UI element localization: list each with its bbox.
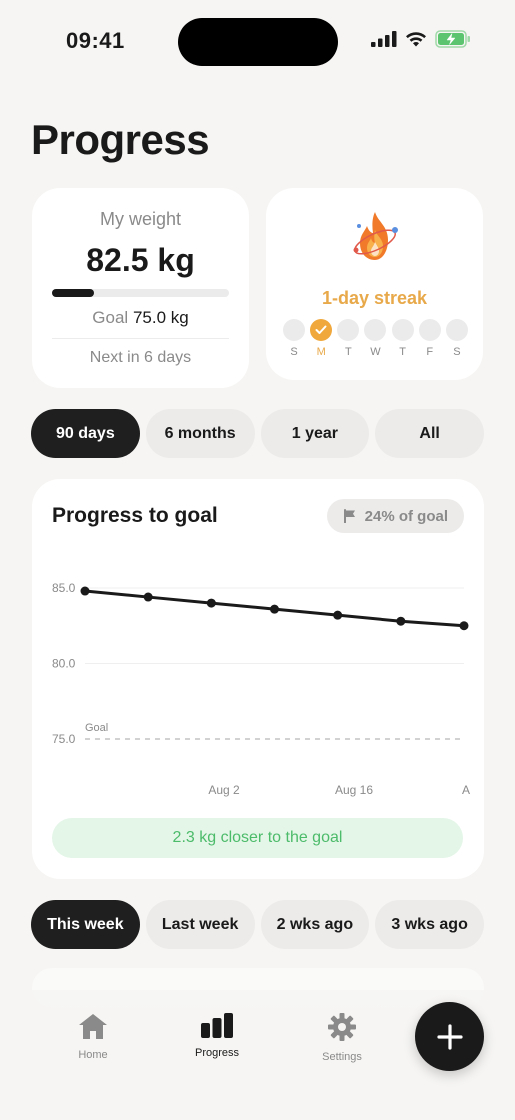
weight-progress-bar (52, 289, 229, 297)
home-icon (79, 1014, 107, 1039)
goal-value: 75.0 kg (132, 308, 189, 327)
plus-icon (436, 1023, 463, 1050)
tab-progress-label: Progress (194, 1047, 240, 1059)
week-selector: This week Last week 2 wks ago 3 wks ago (31, 900, 484, 949)
streak-text: 1-day streak (321, 288, 428, 308)
chart-title: Progress to goal (52, 504, 218, 527)
status-time: 09:41 (66, 28, 125, 53)
tab-settings[interactable]: Settings (292, 1012, 392, 1063)
dynamic-island (178, 18, 338, 66)
weight-data-point (143, 592, 153, 602)
goal-percent-badge: 24% of goal (326, 499, 464, 533)
streak-day-label: M (316, 346, 326, 358)
weight-data-point (206, 598, 216, 608)
streak-day-label: T (399, 346, 406, 358)
check-icon (315, 325, 327, 334)
weight-data-point (270, 604, 279, 614)
weight-data-point (333, 610, 343, 620)
bar-chart-icon (201, 1013, 233, 1038)
next-weigh-in: Next in 6 days (89, 349, 192, 366)
week-tab-this-week[interactable]: This week (31, 900, 140, 949)
streak-day-dot (391, 319, 414, 341)
range-tab-all[interactable]: All (375, 409, 484, 458)
streak-day-dot (283, 319, 305, 341)
weight-progress-fill (52, 289, 95, 297)
streak-day-label: S (453, 346, 461, 358)
streak-day-dot (445, 319, 468, 341)
streak-day-dot (364, 319, 387, 341)
tab-home[interactable]: Home (43, 1012, 143, 1061)
status-bar: 09:41 (0, 0, 515, 84)
weight-card[interactable]: My weight 82.5 kg Goal 75.0 kg Next in 6… (32, 188, 249, 388)
streak-day: S (445, 319, 468, 358)
streak-day: T (337, 319, 360, 358)
cellular-signal-icon (371, 31, 397, 47)
weight-value: 82.5 kg (86, 242, 195, 278)
goal-percent-text: 24% of goal (364, 507, 448, 525)
goal-line-label: Goal (85, 722, 108, 734)
streak-day: M (310, 319, 333, 358)
tab-settings-label: Settings (322, 1051, 362, 1063)
streak-week: SMTWTFS (283, 319, 468, 358)
streak-day-dot (418, 319, 441, 341)
weight-label: My weight (99, 209, 182, 229)
y-tick-label: 80.0 (52, 657, 76, 671)
range-selector: 90 days 6 months 1 year All (31, 409, 484, 458)
x-tick-label: Aug 2 (208, 783, 240, 797)
streak-day-label: T (344, 346, 352, 358)
x-tick-label: A (462, 783, 470, 797)
streak-day-done-dot (310, 319, 333, 341)
tab-home-label: Home (78, 1049, 108, 1061)
range-tab-1-year[interactable]: 1 year (260, 409, 370, 458)
flag-icon (343, 509, 355, 523)
streak-day-label: F (426, 346, 434, 358)
status-icons (371, 30, 471, 48)
tab-progress[interactable]: Progress (167, 1012, 267, 1059)
progress-chart-card: 85.0 80.0 75.0 Goal Aug 2 Aug 16 A Progress to… (32, 479, 484, 879)
week-tab-last-week[interactable]: Last week (145, 900, 255, 949)
closer-to-goal-banner: 2.3 kg closer to the goal (52, 818, 463, 858)
y-tick-label: 85.0 (52, 581, 76, 595)
weight-data-point (396, 616, 406, 626)
divider (52, 338, 229, 339)
y-tick-label: 75.0 (52, 732, 76, 746)
add-entry-button[interactable] (415, 1002, 484, 1071)
streak-card[interactable]: 1-day streak S M T W T F S (266, 188, 483, 380)
flame-icon (353, 212, 398, 260)
streak-day-dot (337, 319, 360, 341)
streak-day-label: W (370, 346, 381, 358)
week-tab-2-wks-ago[interactable]: 2 wks ago (260, 900, 370, 949)
range-tab-90-days[interactable]: 90 days (31, 409, 140, 458)
streak-day: F (418, 319, 441, 358)
x-tick-label: Aug 16 (335, 783, 373, 797)
weight-data-point (459, 621, 469, 631)
streak-day-label: S (290, 346, 298, 358)
range-tab-6-months[interactable]: 6 months (145, 409, 255, 458)
page-title: Progress (31, 116, 210, 163)
wifi-icon (406, 32, 426, 47)
gear-icon (328, 1013, 356, 1041)
streak-day: S (283, 319, 305, 358)
battery-charging-icon (435, 30, 470, 48)
weight-data-point (80, 586, 90, 596)
goal-label: Goal (92, 308, 129, 327)
streak-day: W (364, 319, 387, 358)
weight-goal: Goal 75.0 kg (32, 308, 249, 328)
week-tab-3-wks-ago[interactable]: 3 wks ago (375, 900, 484, 949)
streak-day: T (391, 319, 414, 358)
